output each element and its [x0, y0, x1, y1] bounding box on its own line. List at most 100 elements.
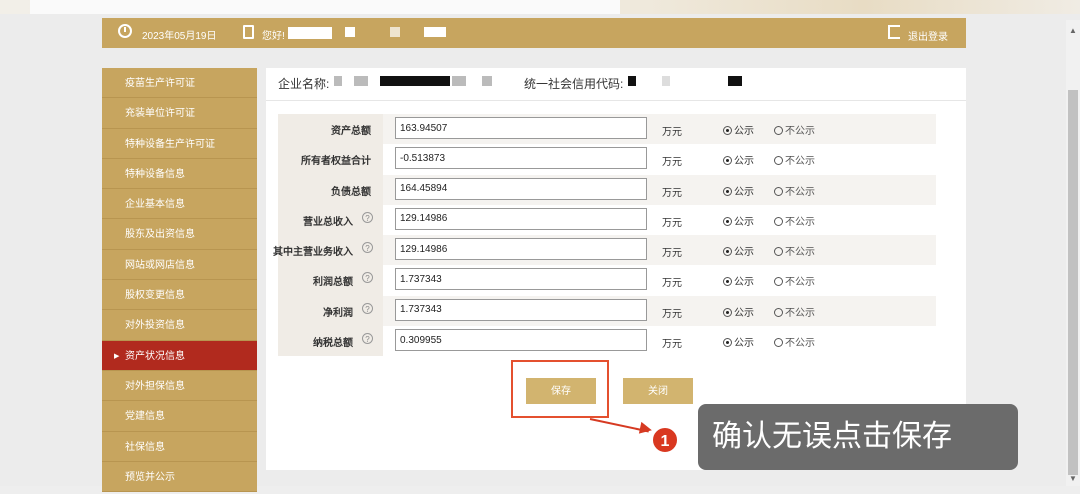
sidebar-item-special-equipment-info[interactable]: 特种设备信息 [102, 158, 257, 190]
radio-not-public[interactable]: 不公示 [774, 273, 815, 288]
radio-unchecked-icon[interactable] [774, 277, 783, 287]
radio-not-public[interactable]: 不公示 [774, 334, 815, 349]
company-name-label: 企业名称: [278, 77, 330, 91]
unit-label: 万元 [662, 127, 682, 138]
user-icon [243, 25, 254, 39]
sidebar-item-preview-publish[interactable]: 预览并公示 [102, 461, 257, 493]
close-button[interactable]: 关闭 [623, 378, 693, 404]
radio-unchecked-icon[interactable] [774, 338, 783, 348]
redacted-username-4 [424, 27, 446, 37]
credit-code-label: 统一社会信用代码: [524, 77, 624, 91]
unit-label: 万元 [662, 217, 682, 229]
redacted-username-3 [390, 27, 400, 37]
field-label: 纳税总额 [313, 338, 353, 350]
form-row-net-profit: 净利润? 万元 公示 不公示 [278, 295, 936, 327]
total-tax-input[interactable] [395, 329, 647, 352]
radio-not-public[interactable]: 不公示 [774, 243, 815, 258]
total-liabilities-input[interactable] [395, 177, 647, 200]
form-row-total-liabilities: 负债总额 万元 公示 不公示 [278, 174, 936, 205]
radio-not-public[interactable]: 不公示 [774, 152, 815, 167]
total-assets-input[interactable] [395, 117, 647, 139]
field-label: 营业总收入 [303, 216, 353, 228]
help-icon[interactable]: ? [362, 242, 373, 254]
field-label: 所有者权益合计 [301, 156, 371, 168]
radio-not-public[interactable]: 不公示 [774, 213, 815, 228]
label-cell: 纳税总额? [278, 326, 383, 357]
field-label: 利润总额 [313, 277, 353, 289]
sidebar-item-social-security[interactable]: 社保信息 [102, 431, 257, 462]
radio-checked-icon[interactable] [723, 156, 732, 166]
form-row-total-profit: 利润总额? 万元 公示 不公示 [278, 265, 936, 296]
unit-label: 万元 [662, 248, 682, 260]
radio-checked-icon[interactable] [723, 216, 732, 226]
sidebar-nav: 疫苗生产许可证 充装单位许可证 特种设备生产许可证 特种设备信息 企业基本信息 … [102, 68, 257, 493]
redacted-credit-code [628, 76, 636, 86]
owner-equity-input[interactable] [395, 147, 647, 170]
field-label: 其中主营业务收入 [273, 247, 353, 259]
radio-not-public[interactable]: 不公示 [774, 122, 815, 137]
sidebar-item-company-basic-info[interactable]: 企业基本信息 [102, 189, 257, 220]
radio-checked-icon[interactable] [723, 277, 732, 287]
radio-public[interactable]: 公示 [723, 304, 754, 319]
logout-icon[interactable] [888, 25, 900, 39]
sidebar-item-website-info[interactable]: 网站或网店信息 [102, 249, 257, 281]
total-revenue-input[interactable] [395, 207, 647, 230]
help-icon[interactable]: ? [362, 302, 373, 314]
radio-unchecked-icon[interactable] [774, 156, 783, 166]
sidebar-item-party-building[interactable]: 党建信息 [102, 401, 257, 432]
unit-label: 万元 [662, 339, 682, 351]
logout-link[interactable]: 退出登录 [908, 28, 948, 43]
redacted-company-name-2 [354, 76, 368, 86]
main-business-revenue-input[interactable] [395, 238, 647, 261]
sidebar-item-filling-license[interactable]: 充装单位许可证 [102, 98, 257, 129]
sidebar-item-external-investment[interactable]: 对外投资信息 [102, 310, 257, 341]
sidebar-item-asset-status[interactable]: 资产状况信息 [102, 340, 257, 373]
radio-unchecked-icon[interactable] [774, 186, 783, 196]
radio-unchecked-icon[interactable] [774, 216, 783, 226]
form-row-main-business-revenue: 其中主营业务收入? 万元 公示 不公示 [273, 235, 936, 266]
unit-label: 万元 [662, 187, 682, 199]
radio-not-public[interactable]: 不公示 [774, 304, 815, 319]
radio-checked-icon[interactable] [723, 247, 732, 257]
label-cell: 负债总额 [278, 174, 383, 205]
redacted-company-name-3 [380, 76, 450, 86]
sidebar-item-external-guarantee[interactable]: 对外担保信息 [102, 370, 257, 402]
radio-checked-icon[interactable] [723, 186, 732, 196]
save-button[interactable]: 保存 [526, 378, 596, 404]
radio-public[interactable]: 公示 [723, 213, 754, 228]
radio-not-public[interactable]: 不公示 [774, 183, 815, 198]
help-icon[interactable]: ? [362, 272, 373, 284]
total-profit-input[interactable] [395, 268, 647, 291]
step-number-badge: 1 [651, 426, 679, 454]
radio-unchecked-icon[interactable] [774, 126, 783, 135]
sidebar-item-equity-change[interactable]: 股权变更信息 [102, 280, 257, 311]
label-cell: 营业总收入? [278, 204, 383, 236]
redacted-company-name-4 [452, 76, 466, 86]
radio-public[interactable]: 公示 [723, 243, 754, 258]
form-row-total-assets: 资产总额 万元 公示 不公示 [278, 114, 936, 145]
sidebar-item-shareholder-info[interactable]: 股东及出资信息 [102, 219, 257, 250]
help-icon[interactable]: ? [362, 211, 373, 223]
scrollbar-thumb[interactable] [1068, 90, 1078, 475]
radio-public[interactable]: 公示 [723, 273, 754, 288]
radio-public[interactable]: 公示 [723, 152, 754, 167]
net-profit-input[interactable] [395, 298, 647, 321]
radio-public[interactable]: 公示 [723, 334, 754, 349]
sidebar-item-vaccine-license[interactable]: 疫苗生产许可证 [102, 68, 257, 99]
radio-checked-icon[interactable] [723, 307, 732, 317]
radio-checked-icon[interactable] [723, 338, 732, 348]
panel-divider [266, 100, 966, 101]
radio-unchecked-icon[interactable] [774, 247, 783, 257]
sidebar-item-special-equipment-production-license[interactable]: 特种设备生产许可证 [102, 128, 257, 159]
scroll-down-icon[interactable]: ▼ [1069, 474, 1077, 483]
help-icon[interactable]: ? [362, 333, 373, 345]
form-row-total-revenue: 营业总收入? 万元 公示 不公示 [278, 204, 936, 236]
redacted-credit-code-3 [728, 76, 742, 86]
page-scrollbar[interactable]: ▲ ▼ [1066, 20, 1080, 486]
radio-checked-icon[interactable] [723, 126, 732, 135]
redacted-username-2 [345, 27, 355, 37]
radio-public[interactable]: 公示 [723, 183, 754, 198]
radio-unchecked-icon[interactable] [774, 307, 783, 317]
scroll-up-icon[interactable]: ▲ [1069, 26, 1077, 35]
radio-public[interactable]: 公示 [723, 122, 754, 137]
